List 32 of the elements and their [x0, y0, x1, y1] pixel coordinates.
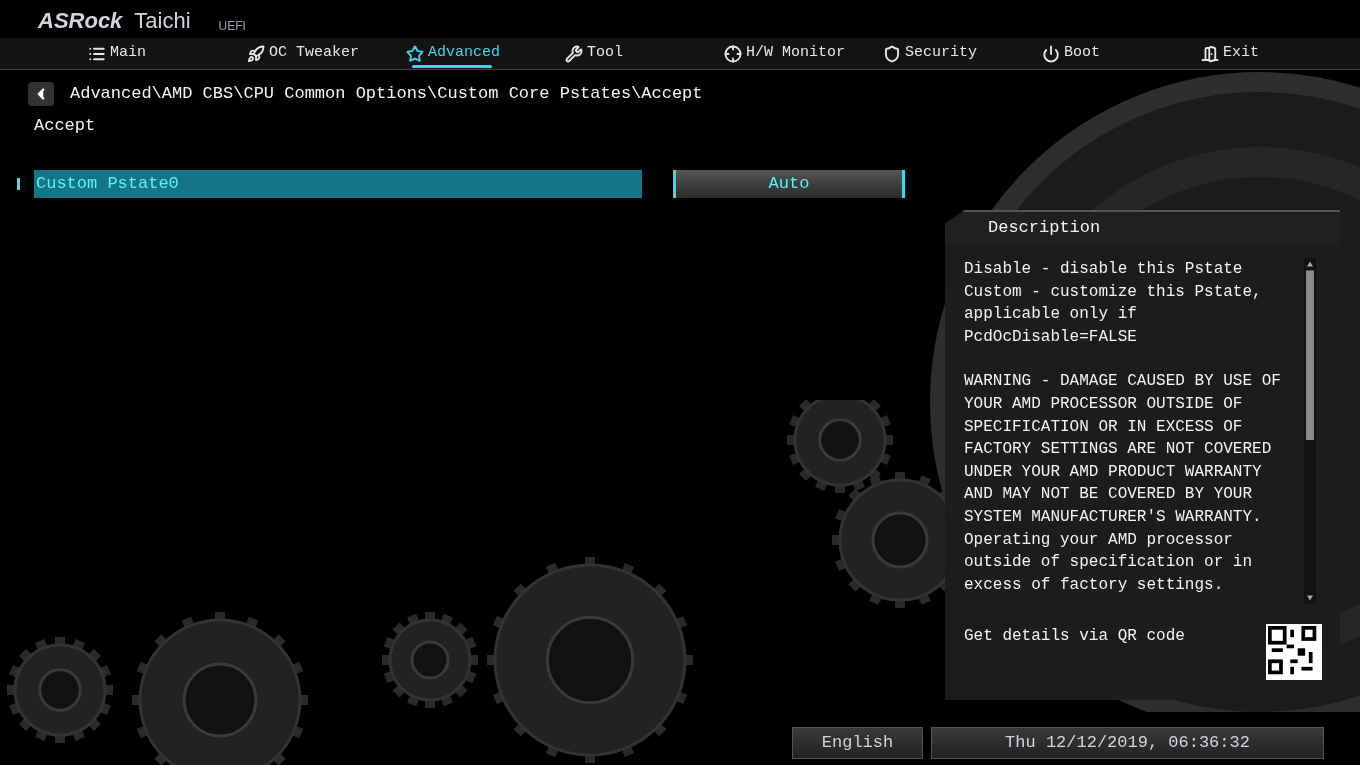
shield-icon [883, 44, 901, 63]
panel-header: Description [945, 210, 1340, 244]
door-icon [1201, 44, 1219, 63]
brand-logo: ASRock [38, 10, 123, 32]
nav-tab[interactable]: Main [88, 38, 247, 69]
qr-caption: Get details via QR code [964, 626, 1185, 647]
setting-label[interactable]: Custom Pstate0 [34, 170, 642, 198]
description-text: WARNING - DAMAGE CAUSED BY USE OF YOUR AMD PROCESSOR OUTSIDE OF SPECIFICATION OR IN EXCESS OF FACTORY SETTINGS ARE NOT COVERED UNDER YOUR AMD PRODUCT WARRANTY AND MAY NOT BE COVERED BY YOUR SYSTEM MANUFACTURER'S WARRANTY. [964, 371, 1282, 528]
star-icon [406, 44, 424, 63]
description-text: Operating your AMD processor outside of specification or in excess of factory settings. [964, 529, 1254, 596]
description-text: Disable - disable this Pstate [964, 259, 1244, 280]
language-button[interactable]: English [792, 727, 923, 759]
rocket-icon [247, 44, 265, 63]
nav-tab[interactable]: Tool [565, 38, 724, 69]
product-name: Taichi [134, 10, 191, 32]
datetime-display: Thu 12/12/2019, 06:36:32 [931, 727, 1324, 759]
nav-tab[interactable]: Boot [1042, 38, 1201, 69]
power-icon [1042, 44, 1060, 63]
breadcrumb: Advanced\AMD CBS\CPU Common Options\Custom Core Pstates\Accept [70, 83, 703, 105]
nav-tab[interactable]: Security [883, 38, 1042, 69]
nav-tab[interactable]: Exit [1201, 38, 1360, 69]
crosshair-icon [724, 44, 742, 63]
page-title: Accept [33, 114, 97, 137]
wrench-icon [565, 44, 583, 63]
qr-code-icon [1266, 624, 1322, 680]
firmware-label: UEFI [218, 20, 246, 32]
nav-tab[interactable]: OC Tweaker [247, 38, 406, 69]
nav-tab[interactable]: Advanced [406, 38, 565, 69]
description-text: Custom - customize this Pstate, applicable only if PcdOcDisable=FALSE [964, 281, 1263, 348]
setting-value-button[interactable]: Auto [673, 170, 905, 198]
nav-tab[interactable]: H/W Monitor [724, 38, 883, 69]
back-button[interactable] [28, 81, 54, 106]
